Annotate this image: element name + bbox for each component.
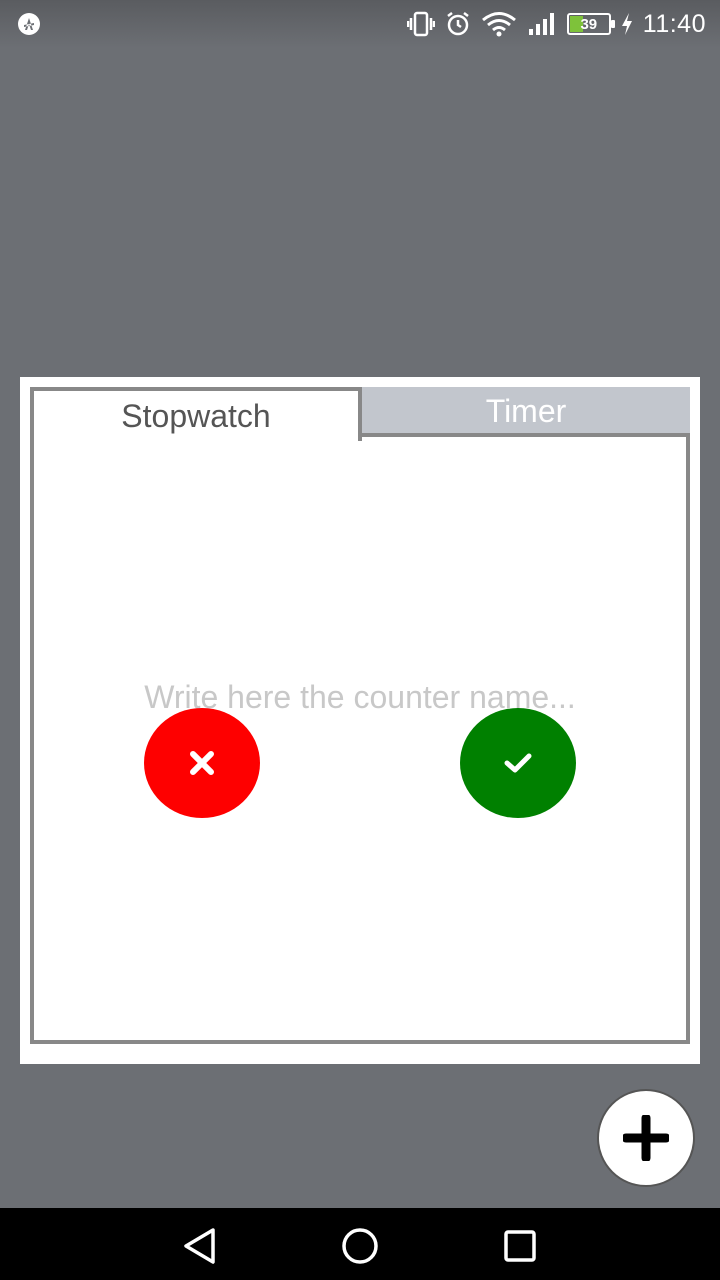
tab-stopwatch[interactable]: Stopwatch — [30, 387, 362, 441]
check-icon — [504, 753, 532, 773]
home-icon — [342, 1228, 378, 1264]
notification-app-icon — [18, 13, 40, 35]
recents-button[interactable] — [500, 1226, 540, 1266]
home-button[interactable] — [340, 1226, 380, 1266]
confirm-button[interactable] — [460, 708, 576, 818]
counter-name-input[interactable] — [74, 667, 646, 727]
add-counter-button[interactable] — [597, 1089, 695, 1187]
charging-icon — [621, 12, 633, 36]
battery-level: 39 — [580, 15, 598, 33]
close-icon — [190, 751, 214, 775]
recents-icon — [504, 1230, 536, 1262]
cancel-button[interactable] — [144, 708, 260, 818]
vibrate-icon — [406, 11, 435, 37]
back-icon — [184, 1228, 215, 1264]
back-button[interactable] — [180, 1226, 220, 1266]
status-time: 11:40 — [642, 9, 706, 38]
signal-icon — [527, 11, 557, 37]
status-bar: 39 11:40 — [0, 0, 720, 48]
status-icons: 39 11:40 — [406, 8, 706, 40]
plus-icon — [623, 1115, 669, 1161]
wifi-icon — [481, 11, 517, 37]
new-counter-dialog: Stopwatch Timer — [20, 377, 700, 1064]
tab-container: Stopwatch Timer — [30, 387, 690, 1044]
tab-timer[interactable]: Timer — [362, 387, 690, 435]
alarm-icon — [445, 11, 471, 37]
battery-icon: 39 — [566, 13, 615, 35]
tab-content-panel — [30, 433, 690, 1044]
navigation-bar — [0, 1208, 720, 1280]
